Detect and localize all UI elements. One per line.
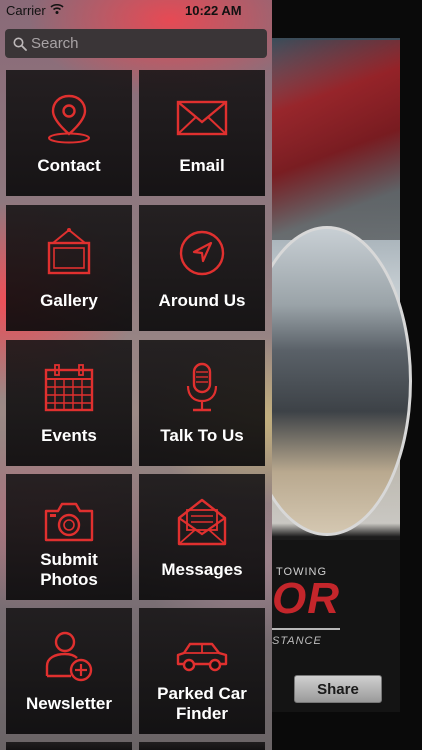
menu-item-talk-to-us[interactable]: Talk To Us — [139, 340, 265, 466]
menu-item-label-line2: Finder — [176, 704, 228, 723]
share-button[interactable]: Share — [294, 675, 382, 703]
envelope-icon — [176, 100, 228, 136]
menu-item-submit-photos[interactable]: Submit Photos — [6, 474, 132, 600]
clock: 10:22 AM — [185, 3, 242, 18]
carrier-text: Carrier — [6, 3, 46, 18]
side-menu: Contact Email Gallery — [0, 0, 272, 750]
add-user-icon — [45, 631, 93, 682]
menu-item-label: Newsletter — [26, 694, 112, 713]
logo-divider — [272, 628, 340, 630]
microphone-icon — [186, 362, 218, 412]
brand-logo-text: OR — [272, 574, 340, 623]
compass-arrow-icon — [179, 230, 225, 276]
background-app: TOWING OR STANCE Share — [272, 0, 422, 750]
open-envelope-icon — [177, 498, 227, 546]
search-input[interactable] — [31, 35, 251, 52]
menu-item-contact[interactable]: Contact — [6, 70, 132, 196]
menu-item-newsletter[interactable]: Newsletter — [6, 608, 132, 734]
menu-item-label: Gallery — [40, 291, 98, 310]
menu-item-label-line1: Parked Car — [157, 684, 247, 703]
calendar-icon — [44, 364, 94, 412]
menu-item-messages[interactable]: Messages — [139, 474, 265, 600]
menu-item-label-line2: Photos — [40, 570, 98, 589]
menu-item-label: Submit Photos — [6, 550, 132, 590]
menu-item-label: Talk To Us — [160, 426, 244, 445]
car-icon — [176, 642, 228, 672]
menu-item-label-line1: Submit — [40, 550, 98, 569]
menu-item-parked-car-finder[interactable]: Parked Car Finder — [139, 608, 265, 734]
menu-item-partial[interactable] — [139, 742, 265, 750]
menu-item-label: Around Us — [158, 291, 246, 310]
search-bar[interactable] — [5, 29, 267, 58]
assistance-text: STANCE — [272, 635, 322, 647]
status-bar: Carrier 10:22 AM — [0, 0, 422, 22]
menu-item-gallery[interactable]: Gallery — [6, 205, 132, 331]
menu-item-events[interactable]: Events — [6, 340, 132, 466]
menu-item-around-us[interactable]: Around Us — [139, 205, 265, 331]
menu-item-label: Email — [179, 156, 225, 175]
wifi-icon — [50, 3, 64, 14]
menu-item-label: Events — [41, 426, 97, 445]
tow-truck-image — [272, 40, 400, 240]
menu-item-partial[interactable] — [6, 742, 132, 750]
location-pin-icon — [48, 94, 90, 144]
menu-item-email[interactable]: Email — [139, 70, 265, 196]
camera-icon — [44, 502, 94, 542]
menu-item-label: Messages — [161, 560, 243, 579]
picture-frame-icon — [47, 228, 91, 275]
search-icon — [13, 37, 27, 51]
menu-item-label: Parked Car Finder — [139, 684, 265, 724]
menu-item-label: Contact — [37, 156, 101, 175]
